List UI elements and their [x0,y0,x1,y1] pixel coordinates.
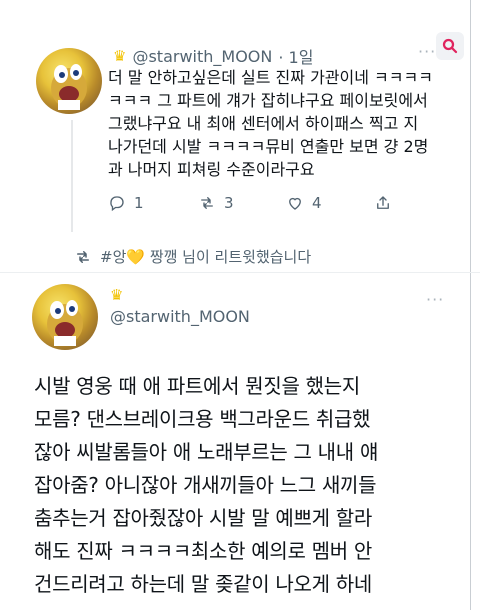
retweet-count: 3 [224,194,234,212]
more-options-icon[interactable]: ··· [426,290,444,309]
retweet-banner: #앙💛 짱깽 님이 리트윗했습니다 [74,246,311,267]
reply-icon [110,196,124,212]
scrollbar-track [470,0,471,610]
heart-icon [289,197,301,210]
tweet1-actions: 1 3 4 [108,194,392,212]
retweet-banner-icon [77,250,89,263]
retweet-banner-text[interactable]: #앙💛 짱깽 님이 리트윗했습니다 [100,246,311,267]
tweet2-header: ♛ @starwith_MOON [110,286,250,327]
search-icon [442,38,458,54]
tweet-divider [0,272,480,273]
tweet1-header: ♛ @starwith_MOON · 1일 [113,44,313,68]
avatar-image [51,64,87,110]
share-button[interactable] [374,194,392,212]
retweet-icon [201,197,213,209]
search-button[interactable] [436,32,464,60]
tweet1-text: 더 말 안하고싶은데 실트 진짜 가관이네 ㅋㅋㅋㅋ ㅋㅋㅋ 그 파트에 걔가 … [108,68,433,179]
crown-icon: ♛ [110,286,124,304]
crown-icon: ♛ [113,46,127,65]
tweet2-handle[interactable]: @starwith_MOON [110,307,250,326]
tweet2-text: 시발 영웅 때 애 파트에서 뭔짓을 했는지 모름? 댄스브레이크용 백그라운드… [34,374,379,596]
like-button[interactable]: 4 [286,194,374,212]
avatar-image [47,300,83,346]
tweet1-time[interactable]: · 1일 [278,44,313,68]
more-options-icon[interactable]: ··· [418,42,436,61]
like-count: 4 [312,194,322,212]
tweet1-handle[interactable]: @starwith_MOON [132,47,272,66]
thread-connector [71,120,73,232]
reply-button[interactable]: 1 [108,194,198,212]
avatar[interactable] [36,48,102,114]
retweet-button[interactable]: 3 [198,194,286,212]
avatar[interactable] [32,284,98,350]
share-icon [377,196,389,209]
reply-count: 1 [134,194,144,212]
